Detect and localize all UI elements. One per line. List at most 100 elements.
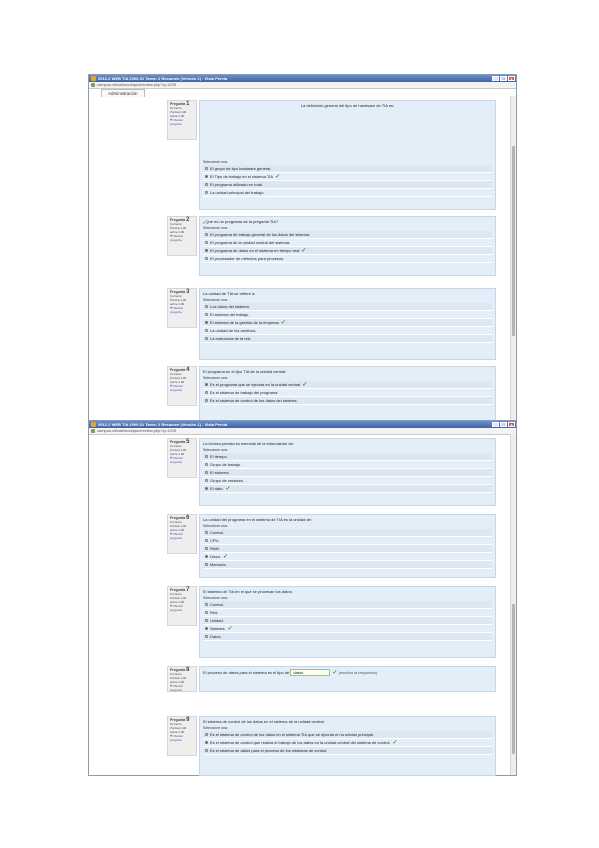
- radio-button[interactable]: [205, 337, 208, 341]
- radio-button[interactable]: [205, 611, 208, 615]
- radio-button[interactable]: [205, 619, 208, 623]
- question-info: Pregunta 4 Correcto Puntúa 1,00 sobre 1,00…: [167, 366, 197, 406]
- minimize-button[interactable]: _: [492, 76, 499, 81]
- address-bar[interactable]: campus.virtual/mod/quiz/review.php?q=120…: [89, 82, 516, 89]
- minimize-button[interactable]: _: [492, 422, 499, 427]
- scrollbar-thumb[interactable]: [512, 604, 515, 754]
- answer-option[interactable]: Control.: [203, 529, 492, 537]
- radio-button[interactable]: [205, 313, 208, 317]
- maximize-button[interactable]: □: [500, 422, 507, 427]
- answer-option[interactable]: El sistema de la gestión de la empresa ✓: [203, 319, 492, 327]
- answer-option[interactable]: RAM.: [203, 545, 492, 553]
- flag-question-link[interactable]: ⚑ Marcar pregunta: [170, 532, 194, 540]
- radio-button[interactable]: [205, 191, 208, 195]
- options-list: El grupo de tipo hardware general. El Tip…: [203, 165, 492, 197]
- maximize-button[interactable]: □: [500, 76, 507, 81]
- answer-option[interactable]: La unidad principal del trabajo.: [203, 189, 492, 197]
- radio-button[interactable]: [205, 329, 208, 333]
- answer-option[interactable]: Los datos del sistema.: [203, 303, 492, 311]
- radio-button[interactable]: [205, 463, 208, 467]
- question-info: Pregunta 9 Correcto Puntúa 1,00 sobre 1,00…: [167, 716, 197, 756]
- radio-button[interactable]: [205, 563, 208, 567]
- radio-button[interactable]: [205, 455, 208, 459]
- close-button[interactable]: x: [508, 76, 515, 81]
- radio-button[interactable]: [205, 471, 208, 475]
- answer-option[interactable]: Es el sistema de control de los datos de…: [203, 397, 492, 405]
- radio-button[interactable]: [205, 741, 208, 745]
- radio-button[interactable]: [205, 749, 208, 753]
- answer-option[interactable]: Disco. ✓: [203, 553, 492, 561]
- answer-option[interactable]: El grupo de tipo hardware general.: [203, 165, 492, 173]
- answer-option[interactable]: CPU.: [203, 537, 492, 545]
- radio-button[interactable]: [205, 539, 208, 543]
- answer-option[interactable]: Sistema. ✓: [203, 625, 492, 633]
- radio-button[interactable]: [205, 627, 208, 631]
- answer-option[interactable]: Grupo de trabajo.: [203, 461, 492, 469]
- question-block: Pregunta 7 Correcto Puntúa 1,00 sobre 1,00…: [167, 586, 512, 660]
- radio-button[interactable]: [205, 547, 208, 551]
- options-list: Los datos del sistema. El sistema del tra…: [203, 303, 492, 343]
- flag-question-link[interactable]: ⚑ Marcar pregunta: [170, 734, 194, 742]
- answer-option[interactable]: Red.: [203, 609, 492, 617]
- address-url: campus.virtual/mod/quiz/review.php?q=120…: [97, 428, 177, 433]
- answer-option[interactable]: Es el sistema de datos para el proceso d…: [203, 747, 492, 755]
- flag-question-link[interactable]: ⚑ Marcar pregunta: [170, 604, 194, 612]
- radio-button[interactable]: [205, 241, 208, 245]
- answer-option[interactable]: El sistema.: [203, 469, 492, 477]
- radio-button[interactable]: [205, 305, 208, 309]
- answer-option[interactable]: Es el sistema de trabajo del programa.: [203, 389, 492, 397]
- answer-option[interactable]: Unidad.: [203, 617, 492, 625]
- question-text: La lectura precisa es esencial de la inf…: [203, 441, 294, 446]
- question-content: El programa en el tipo TIA de la unidad …: [199, 366, 496, 426]
- answer-option[interactable]: Control.: [203, 601, 492, 609]
- radio-button[interactable]: [205, 167, 208, 171]
- answer-option[interactable]: Memoria.: [203, 561, 492, 569]
- answer-option[interactable]: El programa utilizado en total.: [203, 181, 492, 189]
- radio-button[interactable]: [205, 233, 208, 237]
- scrollbar-thumb[interactable]: [512, 146, 515, 336]
- radio-button[interactable]: [205, 487, 208, 491]
- flag-question-link[interactable]: ⚑ Marcar pregunta: [170, 384, 194, 392]
- answer-option[interactable]: El procesador de métodos para procesos.: [203, 255, 492, 263]
- answer-option[interactable]: La estructura de la red.: [203, 335, 492, 343]
- radio-button[interactable]: [205, 635, 208, 639]
- radio-button[interactable]: [205, 399, 208, 403]
- answer-option[interactable]: El sistema del trabajo.: [203, 311, 492, 319]
- answer-option[interactable]: El tiempo.: [203, 453, 492, 461]
- answer-option[interactable]: Grupo de vectores.: [203, 477, 492, 485]
- answer-option[interactable]: El programa de la unidad central del sis…: [203, 239, 492, 247]
- answer-option[interactable]: El programa de datos en el sistema en ti…: [203, 247, 492, 255]
- answer-option[interactable]: Es el sistema de control que realiza el …: [203, 739, 492, 747]
- radio-button[interactable]: [205, 383, 208, 387]
- answer-option[interactable]: El Tipo de trabajo en el sistema TIA ✓: [203, 173, 492, 181]
- radio-button[interactable]: [205, 531, 208, 535]
- answer-option[interactable]: El programa de trabajo general de los da…: [203, 231, 492, 239]
- radio-button[interactable]: [205, 479, 208, 483]
- radio-button[interactable]: [205, 321, 208, 325]
- radio-button[interactable]: [205, 249, 208, 253]
- answer-option[interactable]: La unidad de los archivos.: [203, 327, 492, 335]
- correct-check-icon: ✓: [223, 554, 229, 560]
- flag-question-link[interactable]: ⚑ Marcar pregunta: [170, 118, 194, 126]
- answer-option[interactable]: Es el sistema de control de los datos en…: [203, 731, 492, 739]
- answer-option[interactable]: Es el programa que se ejecuta en la unid…: [203, 381, 492, 389]
- radio-button[interactable]: [205, 183, 208, 187]
- flag-question-link[interactable]: ⚑ Marcar pregunta: [170, 684, 194, 692]
- close-button[interactable]: x: [508, 422, 515, 427]
- flag-question-link[interactable]: ⚑ Marcar pregunta: [170, 456, 194, 464]
- address-bar[interactable]: campus.virtual/mod/quiz/review.php?q=120…: [89, 428, 516, 435]
- answer-option[interactable]: Datos.: [203, 633, 492, 641]
- answer-option[interactable]: El dato. ✓: [203, 485, 492, 493]
- radio-button[interactable]: [205, 391, 208, 395]
- radio-button[interactable]: [205, 257, 208, 261]
- flag-question-link[interactable]: ⚑ Marcar pregunta: [170, 234, 194, 242]
- browser-window-bottom: 2012-2 WEB TIA 2000-01 Tarea: 2 Resumen …: [88, 420, 517, 776]
- radio-button[interactable]: [205, 555, 208, 559]
- answer-input[interactable]: datos: [290, 669, 331, 676]
- radio-button[interactable]: [205, 175, 208, 179]
- question-text: El sistema de control de los datos en el…: [203, 719, 325, 724]
- radio-button[interactable]: [205, 603, 208, 607]
- radio-button[interactable]: [205, 733, 208, 737]
- tab-administracion[interactable]: Administración: [101, 89, 145, 97]
- flag-question-link[interactable]: ⚑ Marcar pregunta: [170, 306, 194, 314]
